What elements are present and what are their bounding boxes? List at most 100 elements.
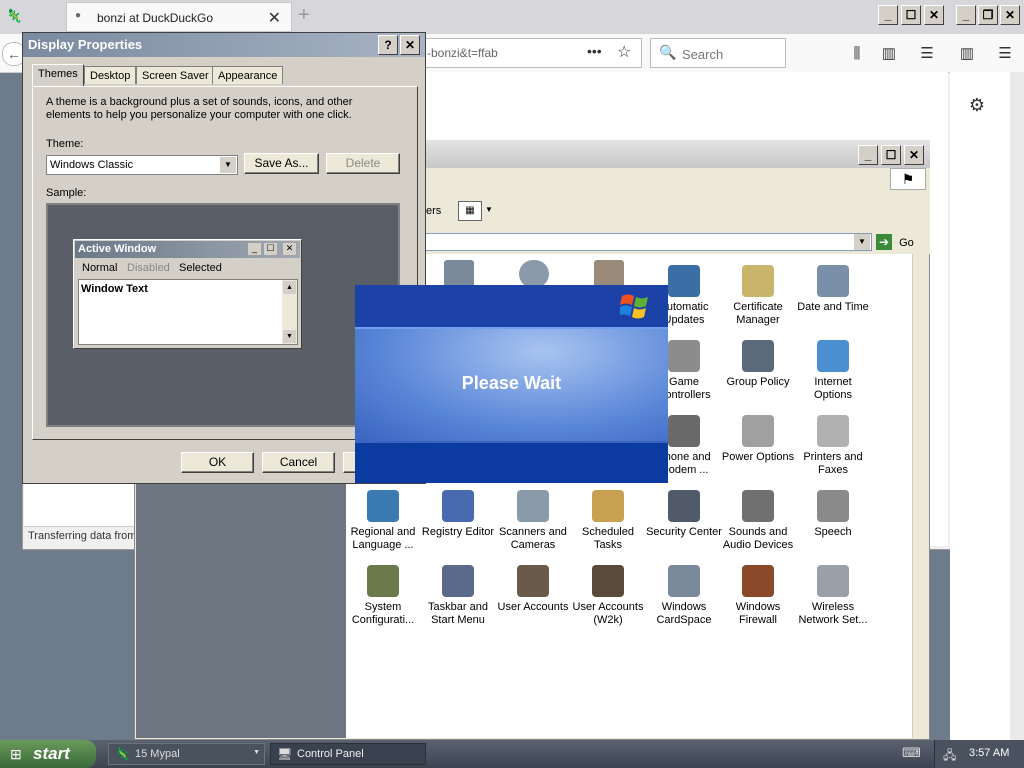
cp-item-icon [742, 340, 774, 372]
outer-minimize-button[interactable]: _ [956, 5, 976, 25]
theme-label: Theme: [46, 138, 84, 150]
sample-menu-normal: Normal [82, 262, 118, 274]
cp-maximize-button[interactable]: ☐ [881, 145, 901, 165]
ok-button[interactable]: OK [181, 452, 254, 473]
partial-icon-1[interactable] [444, 260, 474, 288]
firefox-app-icon[interactable]: 🦎 [6, 8, 22, 24]
cp-item[interactable]: Scheduled Tasks [570, 490, 646, 552]
tab-screen-saver[interactable]: Screen Saver [136, 66, 215, 84]
url-text: -bonzi&t=ffab [427, 46, 498, 60]
cp-item[interactable]: Wireless Network Set... [795, 565, 871, 627]
dialog-help-button[interactable]: ? [378, 35, 398, 55]
cp-item[interactable]: User Accounts (W2k) [570, 565, 646, 627]
folders-button-label[interactable]: ers [426, 205, 441, 217]
views-icon[interactable]: ▦ [458, 201, 482, 221]
cp-item[interactable]: Regional and Language ... [345, 490, 421, 552]
xp-flag-icon [618, 292, 652, 320]
menu-icon[interactable]: ☰ [916, 42, 938, 64]
cp-item[interactable]: Windows CardSpace [646, 565, 722, 627]
cp-item-icon [592, 565, 624, 597]
sample-window-text: Window Text [81, 283, 148, 295]
new-tab-icon[interactable]: + [298, 4, 310, 27]
gear-icon[interactable]: ⚙ [966, 94, 988, 116]
cp-scrollbar[interactable] [912, 254, 929, 738]
search-placeholder: Search [682, 47, 724, 62]
desktop: { "firefox": { "tab_title": "bonzi at Du… [0, 0, 1024, 768]
dialog-close-button[interactable]: ✕ [400, 35, 420, 55]
cp-item[interactable]: Scanners and Cameras [495, 490, 571, 552]
outer-restore-button[interactable]: ❐ [978, 5, 998, 25]
bookmark-star-icon[interactable]: ☆ [617, 42, 631, 62]
sidebar-icon[interactable]: ▥ [878, 42, 900, 64]
theme-dropdown-icon[interactable]: ▼ [220, 157, 236, 173]
cancel-button[interactable]: Cancel [262, 452, 335, 473]
cp-close-button[interactable]: ✕ [904, 145, 924, 165]
please-wait-bottom-band [355, 441, 668, 483]
taskbar-item-control-panel[interactable]: 🖥 Control Panel [270, 743, 426, 765]
cp-item[interactable]: Internet Options [795, 340, 871, 402]
group-dropdown-icon[interactable]: ▼ [253, 749, 260, 756]
cp-item-icon [592, 490, 624, 522]
cp-item-icon [367, 565, 399, 597]
cp-item[interactable]: Printers and Faxes [795, 415, 871, 477]
taskbar-item-label: 15 Mypal [135, 748, 180, 760]
tab-desktop[interactable]: Desktop [84, 66, 137, 84]
page-actions-icon[interactable]: ••• [587, 43, 602, 59]
delete-button[interactable]: Delete [326, 153, 400, 174]
partial-icon-3[interactable] [594, 260, 624, 288]
cp-minimize-button[interactable]: _ [858, 145, 878, 165]
address-input[interactable] [424, 233, 872, 251]
firefox-close-button[interactable]: ✕ [924, 5, 944, 25]
cp-item[interactable]: Certificate Manager [720, 265, 796, 327]
tab-appearance[interactable]: Appearance [212, 66, 284, 84]
cp-item[interactable]: System Configurati... [345, 565, 421, 627]
cp-item[interactable]: User Accounts [495, 565, 571, 614]
cp-item-icon [668, 565, 700, 597]
cp-item-icon [668, 340, 700, 372]
theme-select[interactable]: Windows Classic ▼ [46, 155, 238, 175]
cp-item[interactable]: Registry Editor [420, 490, 496, 539]
cp-item-label: Speech [814, 526, 852, 538]
firefox-minimize-button[interactable]: _ [878, 5, 898, 25]
keyboard-icon[interactable]: ⌨ [902, 745, 921, 761]
cp-item[interactable]: Windows Firewall [720, 565, 796, 627]
right-scrollbar[interactable] [1010, 72, 1024, 740]
cp-item[interactable]: Group Policy [720, 340, 796, 389]
url-bar[interactable]: -bonzi&t=ffab ••• ☆ [420, 38, 642, 68]
status-text: Transferring data from [28, 530, 137, 542]
save-as-button[interactable]: Save As... [244, 153, 319, 174]
firefox-maximize-button[interactable]: ☐ [901, 5, 921, 25]
partial-icon-2[interactable] [519, 260, 549, 288]
dialog-title: Display Properties [28, 37, 143, 52]
views-dropdown-icon[interactable]: ▼ [485, 205, 493, 214]
theme-select-value: Windows Classic [50, 159, 134, 171]
sample-minimize-icon: _ [248, 243, 261, 255]
network-icon[interactable]: 🖧 [943, 746, 956, 767]
start-button[interactable]: ⊞ start [0, 740, 96, 768]
go-button[interactable]: ➔ Go [876, 234, 926, 252]
tab-themes[interactable]: Themes [32, 64, 84, 86]
outer-menu-icon[interactable]: ☰ [994, 42, 1016, 64]
cp-item[interactable]: Taskbar and Start Menu [420, 565, 496, 627]
mypal-icon: 🦎 [115, 747, 130, 761]
firefox-tab[interactable]: ● bonzi at DuckDuckGo ✕ [66, 2, 292, 32]
system-tray: 🖧 3:57 AM [934, 740, 1024, 768]
outer-close-button[interactable]: ✕ [1000, 5, 1020, 25]
cp-item[interactable]: Speech [795, 490, 871, 539]
cp-item[interactable]: Security Center [646, 490, 722, 539]
start-label: start [33, 744, 70, 763]
search-input[interactable]: 🔍 Search [650, 38, 786, 68]
sidebar-toggle-icon[interactable]: ▥ [956, 42, 978, 64]
sample-menu-disabled: Disabled [127, 262, 170, 274]
cp-item-label: Regional and Language ... [350, 526, 416, 551]
cp-item[interactable]: Date and Time [795, 265, 871, 314]
cp-item-icon [817, 565, 849, 597]
tab-close-icon[interactable]: ✕ [268, 8, 281, 28]
cp-item[interactable]: Power Options [720, 415, 796, 464]
address-dropdown-icon[interactable]: ▼ [854, 234, 870, 250]
start-flag-icon: ⊞ [10, 746, 22, 762]
cp-item[interactable]: Sounds and Audio Devices [720, 490, 796, 552]
library-icon[interactable]: ⫼ [846, 42, 868, 64]
taskbar-item-mypal[interactable]: 🦎 15 Mypal ▼ [108, 743, 265, 765]
search-icon: 🔍 [659, 44, 677, 60]
